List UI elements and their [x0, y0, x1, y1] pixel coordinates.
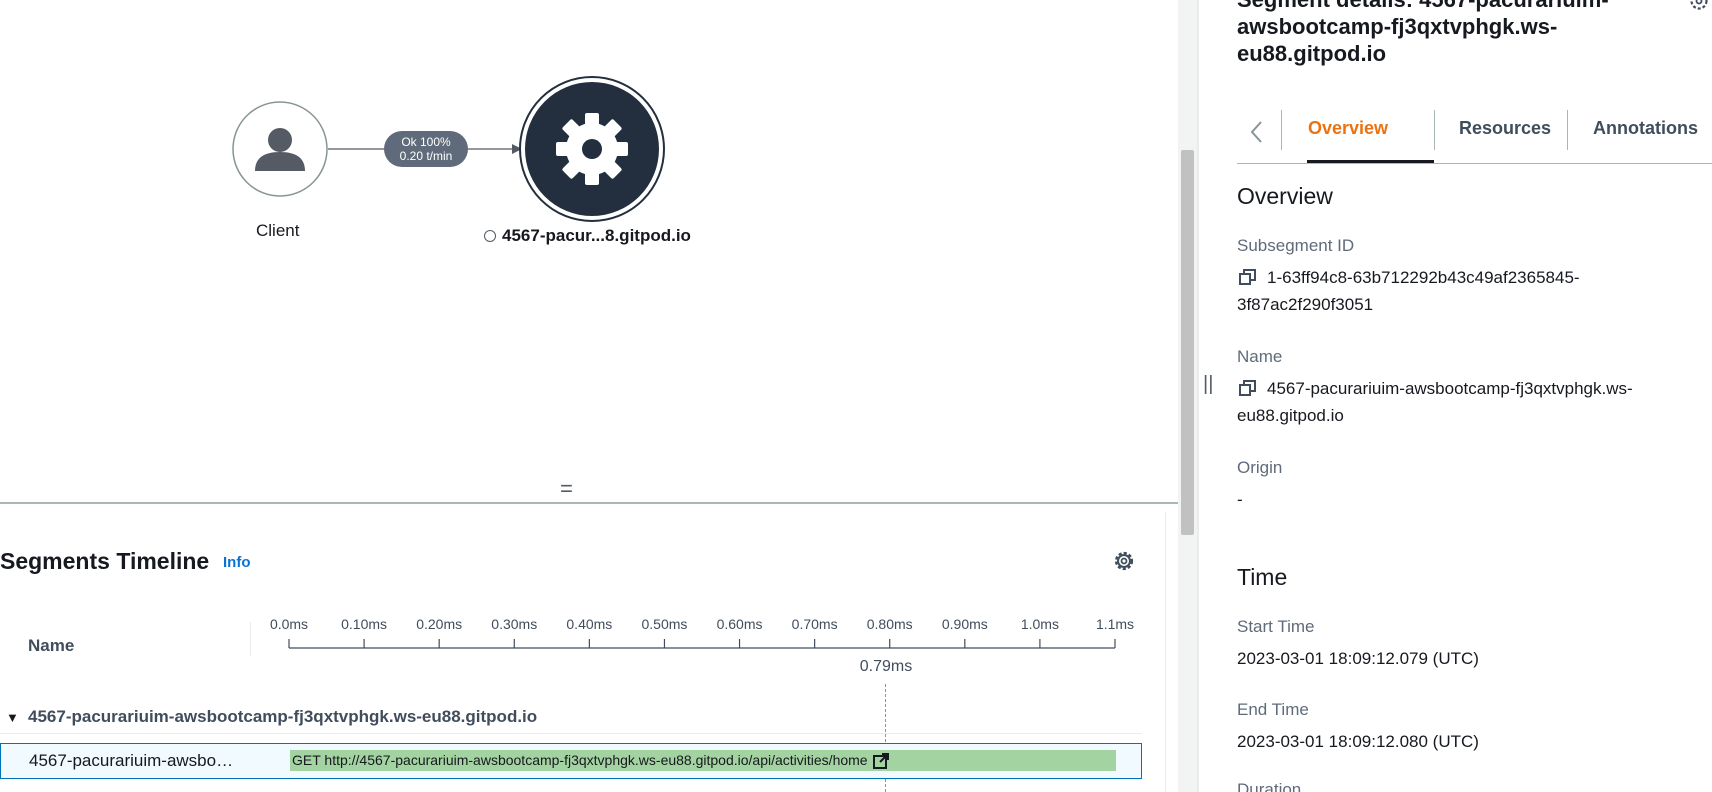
chevron-left-icon[interactable]	[1247, 118, 1267, 146]
external-link-icon[interactable]	[872, 752, 890, 770]
tab-annotations[interactable]: Annotations	[1593, 118, 1698, 139]
end-time-label: End Time	[1237, 700, 1309, 719]
subsegment-id-label: Subsegment ID	[1237, 236, 1355, 255]
tab-overview[interactable]: Overview	[1308, 118, 1388, 139]
gear-icon	[556, 113, 628, 185]
segment-name: 4567-pacurariuim-awsbootcamp-fj3qxtvphgk…	[28, 707, 538, 726]
status-circle-icon	[484, 230, 496, 242]
edge-status: Ok 100%	[401, 135, 451, 149]
origin-label: Origin	[1237, 458, 1283, 477]
subsegment-bar-label: GET http://4567-pacurariuim-awsbootcamp-…	[292, 752, 868, 768]
overview-heading: Overview	[1237, 183, 1333, 209]
edge-rate: 0.20 t/min	[399, 149, 453, 163]
tab-separator	[1281, 110, 1282, 150]
end-time-value: 2023-03-01 18:09:12.080 (UTC)	[1237, 732, 1479, 751]
copy-icon[interactable]	[1237, 379, 1259, 397]
name-value: 4567-pacurariuim-awsbootcamp-fj3qxtvphgk…	[1237, 375, 1637, 429]
vertical-splitter[interactable]	[1197, 0, 1199, 792]
copy-icon[interactable]	[1237, 268, 1259, 286]
segment-details-title: Segment details: 4567-pacurariuim-awsboo…	[1237, 0, 1609, 66]
name-text: 4567-pacurariuim-awsbootcamp-fj3qxtvphgk…	[1237, 379, 1633, 425]
start-time-label: Start Time	[1237, 617, 1315, 636]
start-time-value: 2023-03-01 18:09:12.079 (UTC)	[1237, 649, 1479, 668]
subsegment-name: 4567-pacurariuim-awsbo…	[29, 751, 234, 770]
service-label: 4567-pacur...8.gitpod.io	[484, 226, 691, 246]
settings-icon[interactable]	[1688, 0, 1710, 12]
name-label: Name	[1237, 347, 1283, 366]
scrollbar-thumb[interactable]	[1181, 150, 1194, 535]
details-tabs: Overview Resources Annotations	[1237, 108, 1712, 164]
left-pane: Ok 100% 0.20 t/min Client 4567-pacur...8…	[0, 0, 1178, 792]
cursor-time-label: 0.79ms	[859, 658, 913, 675]
time-heading: Time	[1237, 564, 1288, 590]
origin-value: -	[1237, 490, 1243, 509]
tab-separator	[1567, 110, 1568, 150]
service-map: Ok 100% 0.20 t/min Client 4567-pacur...8…	[0, 0, 1178, 502]
caret-down-icon[interactable]: ▼	[6, 710, 19, 725]
horizontal-splitter[interactable]	[0, 502, 1178, 504]
subsegment-row-selected[interactable]: 4567-pacurariuim-awsbo… GET http://4567-…	[0, 743, 1142, 779]
subsegment-id-value: 1-63ff94c8-63b712292b43c49af2365845-3f87…	[1237, 264, 1637, 318]
service-name: 4567-pacur...8.gitpod.io	[502, 226, 691, 245]
client-label: Client	[256, 221, 300, 240]
subsegment-id-text: 1-63ff94c8-63b712292b43c49af2365845-3f87…	[1237, 268, 1580, 314]
active-tab-indicator	[1307, 160, 1434, 163]
segments-timeline-panel: Segments Timeline Info Name 0.0ms 0.10ms 0…	[0, 512, 1166, 792]
tab-resources[interactable]: Resources	[1459, 118, 1551, 139]
service-map-canvas	[232, 76, 665, 222]
segment-details-pane: Segment details: 4567-pacurariuim-awsboo…	[1212, 0, 1712, 792]
horizontal-resize-handle[interactable]: =	[560, 478, 573, 500]
service-node[interactable]	[519, 76, 665, 222]
duration-label: Duration	[1237, 780, 1302, 792]
subsegment-bar[interactable]: GET http://4567-pacurariuim-awsbootcamp-…	[290, 750, 1116, 771]
client-node[interactable]	[232, 101, 328, 197]
tab-separator	[1434, 110, 1435, 150]
segment-row[interactable]: ▼ 4567-pacurariuim-awsbootcamp-fj3qxtvph…	[0, 700, 1142, 734]
edge-stats-badge[interactable]: Ok 100% 0.20 t/min	[384, 131, 468, 167]
